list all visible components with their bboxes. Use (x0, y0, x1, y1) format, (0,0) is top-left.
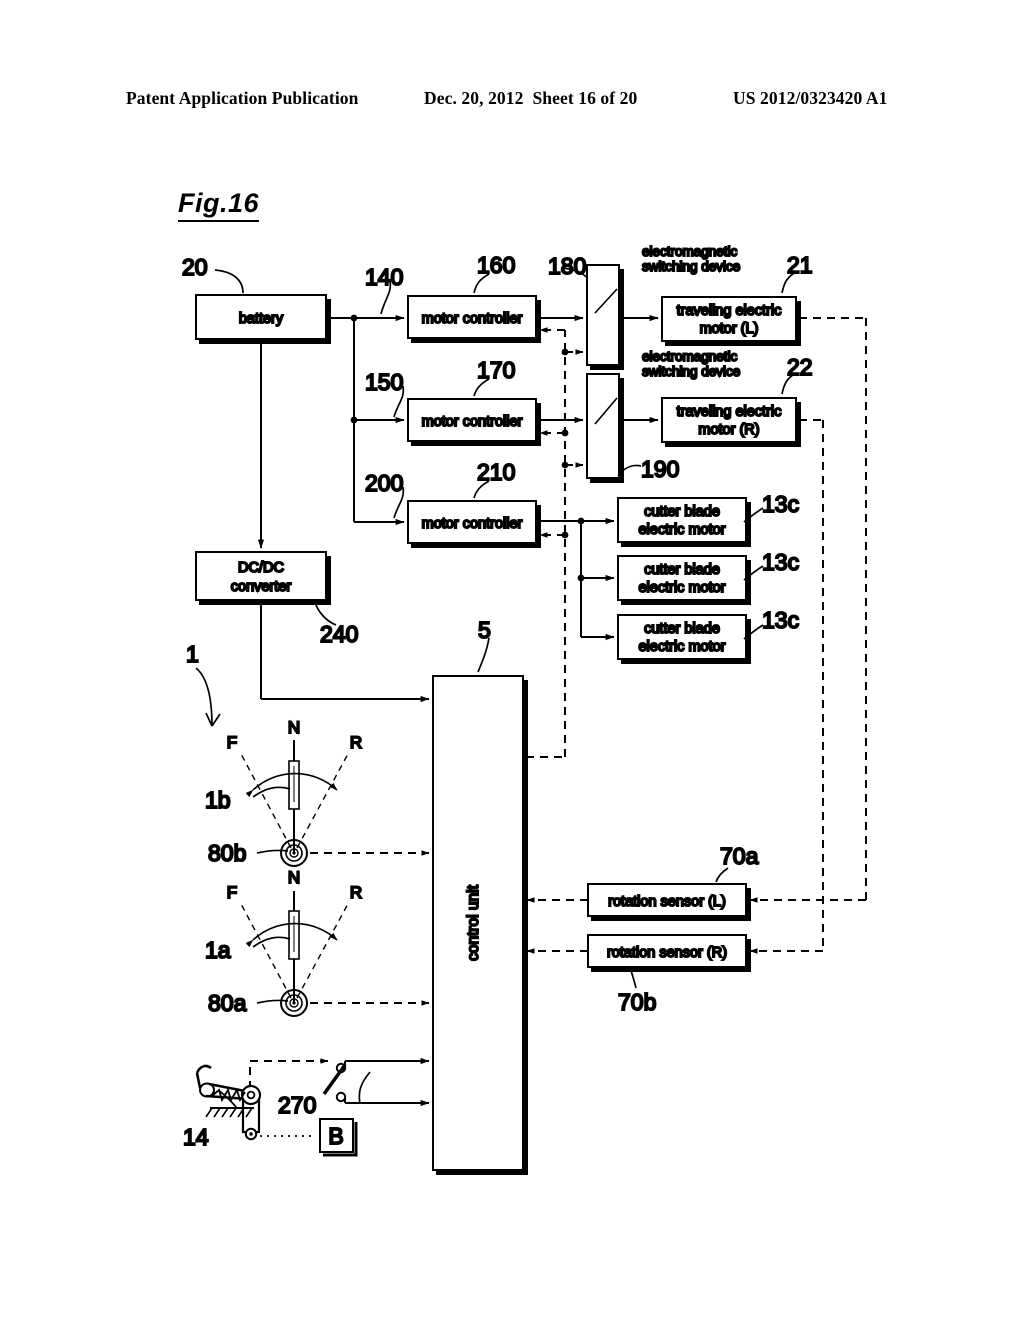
label-control-unit: control unit (465, 884, 482, 961)
mark-lever-b-forward: F (227, 733, 237, 752)
ref-line-200: 200 (365, 470, 403, 496)
label-motor-controller-2: motor controller (422, 414, 523, 430)
ref-cutter-3: 13c (762, 607, 799, 633)
lever-assembly-b (239, 740, 350, 867)
patent-figure-page: Patent Application Publication Dec. 20, … (0, 0, 1024, 1320)
mark-lever-b-neutral: N (288, 718, 300, 737)
label-traveling-motor-r-line1: traveling electric (677, 404, 782, 420)
annotation-switching-1-line2: switching device (642, 259, 740, 274)
mark-lever-a-neutral: N (288, 868, 300, 887)
ref-lever-1b: 1b (205, 787, 231, 813)
ref-battery: 20 (182, 254, 208, 280)
ref-motor-l-21: 21 (787, 252, 813, 278)
label-traveling-motor-l-line1: traveling electric (677, 303, 782, 319)
label-traveling-motor-r-line2: motor (R) (698, 422, 759, 438)
ref-line-150: 150 (365, 369, 403, 395)
ref-rot-sensor-l-70a: 70a (720, 843, 759, 869)
annotation-switching-2-line2: switching device (642, 364, 740, 379)
label-battery: battery (239, 311, 284, 327)
annotation-switching-2-line1: electromagnetic (642, 349, 738, 364)
annotation-switching-1-line1: electromagnetic (642, 244, 738, 259)
ref-cutter-2: 13c (762, 549, 799, 575)
ref-lever-sensor-80a: 80a (208, 990, 247, 1016)
label-cutter-2-line1: cutter blade (644, 562, 720, 578)
brake-switch-270 (322, 1062, 347, 1103)
diagram-canvas: battery motor controller motor controlle… (181, 243, 867, 1175)
ref-cutter-1: 13c (762, 491, 799, 517)
label-motor-controller-1: motor controller (422, 311, 523, 327)
label-cutter-3-line2: electric motor (638, 639, 725, 655)
mark-lever-b-reverse: R (350, 733, 362, 752)
label-rotation-sensor-r: rotation sensor (R) (607, 945, 727, 961)
ref-mc-160: 160 (477, 252, 515, 278)
ref-lever-sensor-80b: 80b (208, 840, 246, 866)
ref-dcdc-240: 240 (320, 621, 358, 647)
mark-lever-a-reverse: R (350, 883, 362, 902)
ref-control-unit-5: 5 (478, 617, 491, 643)
block-switching-device-1 (586, 264, 624, 370)
label-dcdc-line2: converter (231, 579, 292, 595)
label-cutter-2-line2: electric motor (638, 580, 725, 596)
ref-machine-1: 1 (186, 641, 199, 667)
lever-assembly-a (239, 891, 350, 1017)
ref-sw-180: 180 (548, 253, 586, 279)
ref-mc-170: 170 (477, 357, 515, 383)
ref-motor-r-22: 22 (787, 354, 813, 380)
ref-lever-1a: 1a (205, 937, 231, 963)
label-rotation-sensor-l: rotation sensor (L) (608, 894, 726, 910)
block-switching-device-2 (586, 373, 624, 483)
label-cutter-1-line2: electric motor (638, 522, 725, 538)
ref-sw-190: 190 (641, 456, 679, 482)
ref-brake-switch-270: 270 (278, 1092, 316, 1118)
ref-mc-210: 210 (477, 459, 515, 485)
ref-brake-pedal-14: 14 (183, 1124, 209, 1150)
label-dcdc-line1: DC/DC (238, 560, 284, 576)
ref-rot-sensor-r-70b: 70b (618, 989, 656, 1015)
mark-lever-a-forward: F (227, 883, 237, 902)
label-traveling-motor-l-line2: motor (L) (700, 321, 759, 337)
label-motor-controller-3: motor controller (422, 516, 523, 532)
label-brake-b: B (328, 1123, 343, 1149)
ref-line-140: 140 (365, 264, 403, 290)
label-cutter-1-line1: cutter blade (644, 504, 720, 520)
machine-arrow (205, 712, 221, 727)
label-cutter-3-line1: cutter blade (644, 621, 720, 637)
